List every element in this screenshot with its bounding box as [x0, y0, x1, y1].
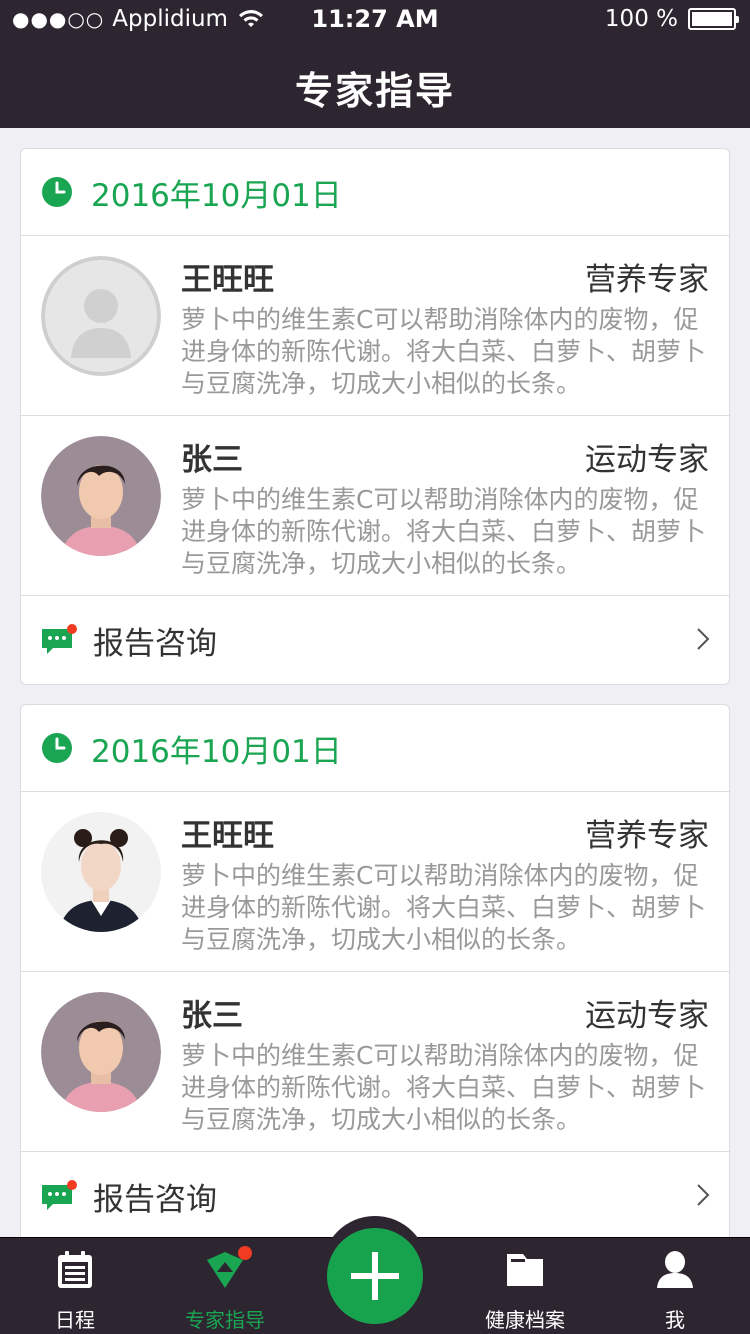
expert-item[interactable]: 王旺旺 营养专家 萝卜中的维生素C可以帮助消除体内的废物，促进身体的新陈代谢。将… [21, 236, 729, 416]
expert-name: 张三 [181, 442, 243, 478]
expert-role: 营养专家 [585, 262, 709, 298]
chevron-right-icon [697, 1184, 710, 1206]
card-date: 2016年10月01日 [91, 733, 342, 770]
consult-label: 报告咨询 [93, 1181, 217, 1218]
expert-name: 王旺旺 [181, 262, 274, 298]
consult-label: 报告咨询 [93, 625, 217, 662]
consult-card: 2016年10月01日 王旺旺 营养专家 萝卜中的维生素C可以帮助消除体内的废物… [20, 148, 730, 685]
tab-label: 专家指导 [185, 1308, 265, 1332]
avatar-male [41, 436, 161, 556]
expert-desc: 萝卜中的维生素C可以帮助消除体内的废物，促进身体的新陈代谢。将大白菜、白萝卜、胡… [181, 1041, 707, 1134]
tab-label: 日程 [55, 1308, 95, 1332]
tab-expert-guide[interactable]: 专家指导 [150, 1238, 300, 1334]
tab-label: 我 [665, 1308, 685, 1332]
expert-name: 张三 [181, 998, 243, 1034]
clock-icon [42, 733, 72, 763]
chat-icon [42, 1180, 77, 1210]
notification-dot [238, 1246, 252, 1260]
avatar-placeholder [41, 256, 161, 376]
folder-icon [507, 1254, 543, 1286]
header: ●●●○○ Applidium 11:27 AM 100 % 专家指导 [0, 0, 750, 128]
expert-desc: 萝卜中的维生素C可以帮助消除体内的废物，促进身体的新陈代谢。将大白菜、白萝卜、胡… [181, 861, 707, 954]
expert-desc: 萝卜中的维生素C可以帮助消除体内的废物，促进身体的新陈代谢。将大白菜、白萝卜、胡… [181, 305, 707, 398]
status-right: 100 % [604, 6, 739, 32]
card-date: 2016年10月01日 [91, 177, 342, 214]
card-date-row: 2016年10月01日 [21, 705, 729, 792]
expert-item[interactable]: 张三 运动专家 萝卜中的维生素C可以帮助消除体内的废物，促进身体的新陈代谢。将大… [21, 416, 729, 596]
expert-item[interactable]: 张三 运动专家 萝卜中的维生素C可以帮助消除体内的废物，促进身体的新陈代谢。将大… [21, 972, 729, 1152]
avatar-female [41, 812, 161, 932]
card-date-row: 2016年10月01日 [21, 149, 729, 236]
tab-schedule[interactable]: 日程 [0, 1238, 150, 1334]
expert-role: 运动专家 [585, 442, 709, 478]
battery-icon [688, 8, 739, 30]
chevron-right-icon [697, 628, 710, 650]
report-consult-row[interactable]: 报告咨询 [21, 596, 729, 684]
tab-me[interactable]: 我 [600, 1238, 750, 1334]
battery-percent: 100 % [604, 6, 678, 32]
clock-icon [42, 177, 72, 207]
avatar-male [41, 992, 161, 1112]
tab-label: 健康档案 [485, 1308, 565, 1332]
person-icon [657, 1251, 693, 1288]
expert-role: 营养专家 [585, 818, 709, 854]
expert-desc: 萝卜中的维生素C可以帮助消除体内的废物，促进身体的新陈代谢。将大白菜、白萝卜、胡… [181, 485, 707, 578]
chat-icon [42, 624, 77, 654]
status-bar: ●●●○○ Applidium 11:27 AM 100 % [0, 0, 750, 40]
calendar-icon [58, 1251, 92, 1288]
consult-card: 2016年10月01日 王旺旺 营养专家 萝卜中的维生素C可以帮助消除体内的废物… [20, 704, 730, 1264]
tab-health-records[interactable]: 健康档案 [450, 1238, 600, 1334]
expert-role: 运动专家 [585, 998, 709, 1034]
expert-item[interactable]: 王旺旺 营养专家 萝卜中的维生素C可以帮助消除体内的废物，促进身体的新陈代谢。将… [21, 792, 729, 972]
expert-name: 王旺旺 [181, 818, 274, 854]
page-title: 专家指导 [294, 69, 455, 113]
tab-bar: 日程 专家指导 健康档案 我 [0, 1216, 750, 1334]
add-button[interactable] [327, 1228, 423, 1324]
plus-icon [351, 1252, 399, 1300]
